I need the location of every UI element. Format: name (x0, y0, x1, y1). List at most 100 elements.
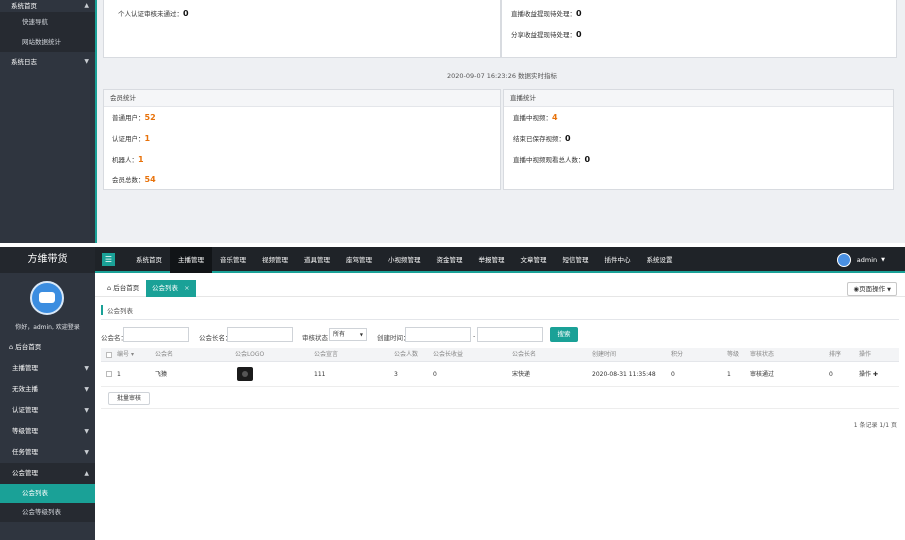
stat-label: 个人认证审核未通过： (118, 10, 183, 18)
stat-label: 认证用户： (112, 135, 145, 143)
nav-prop-manage[interactable]: 道具管理 (296, 247, 338, 273)
nav-article-manage[interactable]: 文章管理 (513, 247, 555, 273)
created-start-input[interactable] (405, 327, 471, 342)
nav-system-settings[interactable]: 系统设置 (639, 247, 681, 273)
sort-icon[interactable]: ▾ (131, 351, 134, 358)
col-level: 等级 (727, 351, 740, 358)
search-button[interactable]: 搜索 (550, 327, 578, 342)
sidebar-item-label: 认证管理 (12, 406, 38, 414)
divider (101, 319, 899, 320)
stat-row: 机器人：1 (112, 154, 144, 164)
guild-logo-image (237, 367, 253, 381)
sidebar-menu: ⌂ 后台首页 主播管理 ▼ 无效主播 ▼ 认证管理 ▼ 等级管理 ▼ 任务管理 ▼ 公会管… (0, 337, 95, 522)
nav-report-manage[interactable]: 举报管理 (471, 247, 513, 273)
sidebar-item-task[interactable]: 任务管理 ▼ (0, 442, 95, 463)
user-menu[interactable]: admin ▼ (836, 252, 885, 268)
action-link[interactable]: 操作 ✚ (859, 362, 878, 387)
sidebar-item-anchor[interactable]: 主播管理 ▼ (0, 358, 95, 379)
avatar (30, 281, 64, 315)
review-status-select[interactable]: 所有 ▼ (329, 328, 367, 341)
chevron-down-icon: ▼ (359, 332, 363, 337)
row-checkbox[interactable] (106, 371, 112, 377)
stat-label: 直播中视频观看总人数： (513, 156, 585, 164)
col-review-status: 审核状态 (750, 351, 775, 358)
created-end-input[interactable] (477, 327, 543, 342)
realtime-timestamp: 2020-09-07 16:23:26 数据实时指标 (446, 72, 558, 80)
select-all-checkbox[interactable] (106, 352, 112, 358)
pagination-info: 1 条记录 1/1 页 (853, 422, 897, 429)
sidebar-sub-guild-list[interactable]: 公会列表 (0, 484, 95, 503)
upper-menu-label: 系统首页 (11, 2, 37, 10)
col-guild-name: 公会名 (155, 351, 174, 358)
user-name: admin (856, 256, 878, 264)
upper-menu-system-log[interactable]: 系统日志 ▼ (0, 52, 95, 72)
stat-value: 0 (565, 134, 571, 143)
cell-sort: 0 (829, 371, 833, 378)
chevron-down-icon: ▼ (84, 428, 89, 435)
sidebar-item-label: 任务管理 (12, 448, 38, 456)
stat-label: 直播收益提现待处理： (511, 10, 576, 18)
tab-guild-list[interactable]: 公会列表 × (146, 280, 196, 297)
sidebar-sub-guild-level-list[interactable]: 公会等级列表 (0, 503, 95, 522)
sidebar-item-invalid-anchor[interactable]: 无效主播 ▼ (0, 379, 95, 400)
stat-row: 认证用户：1 (112, 133, 150, 143)
stat-label: 分享收益提现待处理： (511, 31, 576, 39)
sidebar-item-label: 后台首页 (15, 343, 42, 351)
upper-menu-system-home[interactable]: 系统首页 ▲ (0, 0, 95, 12)
close-icon[interactable]: × (184, 284, 189, 292)
page-ops-dropdown[interactable]: ◉页面操作 ▼ (847, 282, 897, 296)
page-title: 公会列表 (101, 305, 133, 315)
nav-anchor-manage[interactable]: 主播管理 (170, 247, 212, 273)
sidebar-item-home[interactable]: ⌂ 后台首页 (0, 337, 95, 358)
main-nav: 系统首页 主播管理 音乐管理 视频管理 道具管理 座驾管理 小视频管理 资金管理… (128, 247, 681, 273)
tab-bar: ⌂ 后台首页 公会列表 × ◉页面操作 ▼ (95, 277, 905, 297)
guild-name-input[interactable] (123, 327, 189, 342)
stat-label: 直播中视频： (513, 114, 552, 122)
nav-music-manage[interactable]: 音乐管理 (212, 247, 254, 273)
audit-summary-box: 个人认证审核未通过：0 (103, 0, 501, 58)
stat-value: 4 (552, 113, 558, 122)
nav-video-manage[interactable]: 视频管理 (254, 247, 296, 273)
select-value: 所有 (333, 331, 346, 338)
sidebar-item-auth[interactable]: 认证管理 ▼ (0, 400, 95, 421)
stat-label: 普通用户： (112, 114, 145, 122)
sidebar-item-guild[interactable]: 公会管理 ▲ (0, 463, 95, 484)
upper-sub-quick-nav[interactable]: 快速导航 (0, 12, 95, 32)
upper-sub-site-stats[interactable]: 网站数据统计 (0, 32, 95, 52)
nav-finance-manage[interactable]: 资金管理 (429, 247, 471, 273)
nav-sms-manage[interactable]: 短信管理 (555, 247, 597, 273)
nav-short-video-manage[interactable]: 小视频管理 (380, 247, 429, 273)
stat-row: 直播中视频观看总人数：0 (513, 154, 590, 164)
tab-home[interactable]: ⌂ 后台首页 (101, 280, 145, 297)
withdraw-row: 分享收益提现待处理：0 (511, 29, 582, 39)
tab-label: 后台首页 (113, 284, 140, 292)
nav-vehicle-manage[interactable]: 座驾管理 (338, 247, 380, 273)
sidebar-item-level[interactable]: 等级管理 ▼ (0, 421, 95, 442)
cell-member-count: 3 (394, 371, 398, 378)
cell-leader-income: 0 (433, 371, 437, 378)
nav-plugin-center[interactable]: 插件中心 (597, 247, 639, 273)
cell-review-status: 审核通过 (750, 371, 775, 378)
stat-value: 54 (144, 175, 156, 184)
stat-value: 52 (144, 113, 156, 122)
stat-row: 普通用户：52 (112, 112, 156, 122)
chevron-down-icon: ▼ (84, 365, 89, 372)
col-sort: 排序 (829, 351, 842, 358)
sidebar-item-label: 等级管理 (12, 427, 38, 435)
stat-value: 0 (576, 9, 582, 18)
date-range-dash: - (473, 332, 476, 340)
page-ops-label: 页面操作 (859, 285, 886, 293)
tab-label: 公会列表 (152, 284, 178, 292)
withdraw-summary-box: 直播收益提现待处理：0 分享收益提现待处理：0 (501, 0, 897, 58)
chevron-down-icon: ▼ (887, 287, 891, 293)
batch-review-button[interactable]: 批量审核 (108, 392, 151, 405)
hamburger-icon[interactable]: ☰ (102, 253, 115, 266)
stat-label: 机器人： (112, 156, 138, 164)
chevron-up-icon: ▲ (84, 470, 89, 477)
stat-label: 结束已保存视频： (513, 135, 565, 143)
home-icon: ⌂ (107, 284, 112, 292)
guild-leader-input[interactable] (227, 327, 293, 342)
cell-leader-name: 宋快递 (512, 371, 531, 378)
table-row[interactable]: 1 飞猿 111 3 0 宋快递 2020-08-31 11:35:48 0 1… (101, 362, 899, 387)
nav-system-home[interactable]: 系统首页 (128, 247, 170, 273)
